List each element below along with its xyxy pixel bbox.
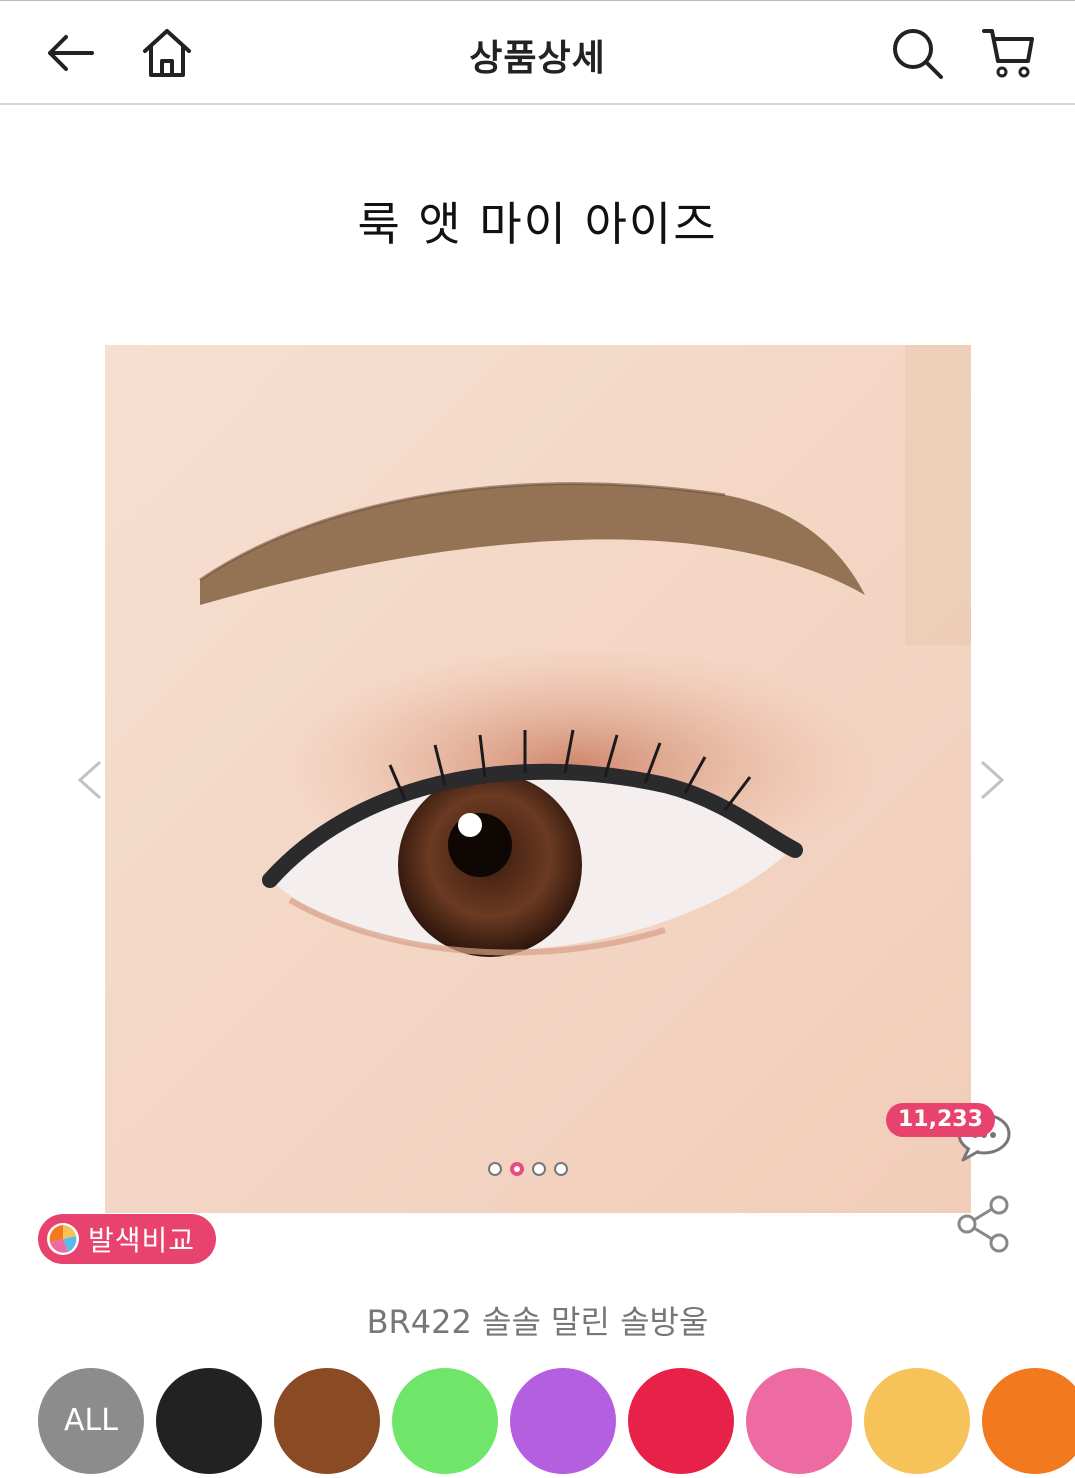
gallery-pagination (488, 1162, 568, 1176)
color-filter-chip[interactable] (628, 1368, 734, 1474)
review-count-badge[interactable]: 11,233 (886, 1103, 995, 1137)
pagination-dot[interactable] (488, 1162, 502, 1176)
color-filter-row: ALL (38, 1368, 1075, 1478)
search-button[interactable] (887, 23, 947, 83)
color-filter-chip[interactable] (392, 1368, 498, 1474)
color-filter-chip[interactable] (510, 1368, 616, 1474)
chevron-right-icon (980, 760, 1005, 800)
product-name: 룩 앳 마이 아이즈 (357, 197, 718, 251)
color-filter-chip[interactable] (982, 1368, 1075, 1474)
color-filter-all[interactable]: ALL (38, 1368, 144, 1474)
color-filter-chip[interactable] (156, 1368, 262, 1474)
palette-icon (47, 1223, 79, 1255)
gallery-next-button[interactable] (968, 745, 1018, 815)
search-icon (893, 29, 943, 79)
pagination-dot[interactable] (532, 1162, 546, 1176)
swatch-compare-label: 발색비교 (88, 1224, 196, 1257)
top-bar: 상품상세 (0, 0, 1075, 105)
selected-shade-name: BR422 솔솔 말린 솔방울 (366, 1303, 709, 1341)
pagination-dot[interactable] (510, 1162, 524, 1176)
cart-icon (982, 29, 1034, 78)
color-filter-chip[interactable] (746, 1368, 852, 1474)
color-filter-chip[interactable] (864, 1368, 970, 1474)
share-icon[interactable] (955, 1195, 1013, 1253)
product-photo[interactable] (105, 345, 971, 1213)
pagination-dot[interactable] (554, 1162, 568, 1176)
gallery-prev-button[interactable] (64, 745, 114, 815)
swatch-compare-button[interactable]: 발색비교 (38, 1214, 216, 1264)
color-filter-chip[interactable] (274, 1368, 380, 1474)
cart-button[interactable] (978, 23, 1038, 83)
chevron-left-icon (77, 760, 102, 800)
eye-makeup-image (105, 345, 971, 1213)
